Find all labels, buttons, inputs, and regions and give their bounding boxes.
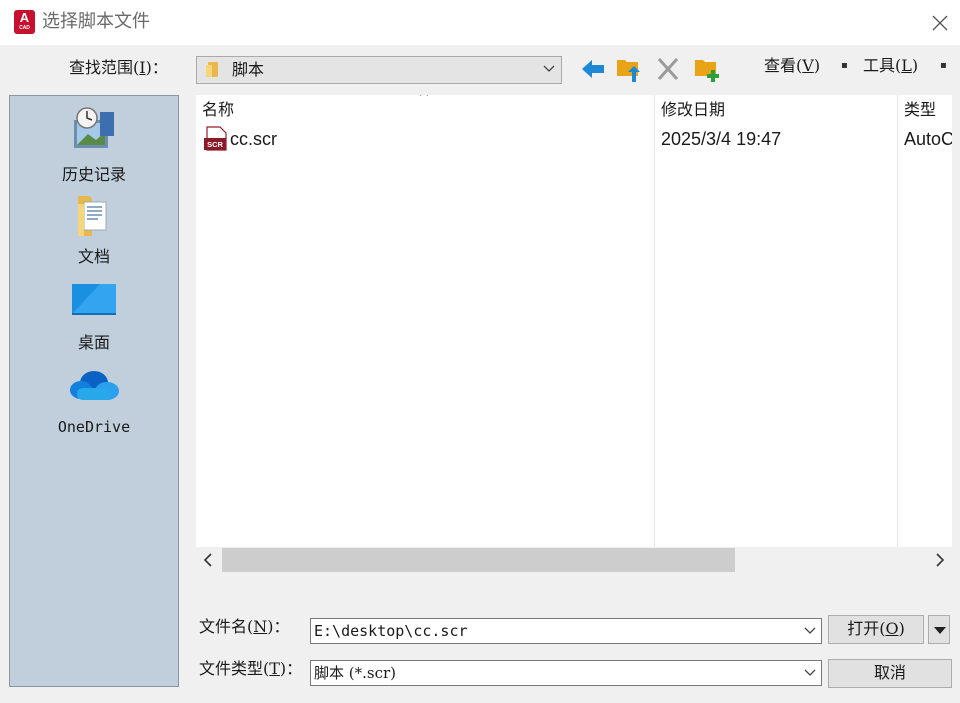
back-button[interactable] [578,54,608,84]
column-divider [654,95,655,547]
file-name-cell[interactable]: cc.scr [230,127,277,151]
close-button[interactable] [924,8,956,38]
filename-value[interactable]: E:\desktop\cc.scr [314,620,468,642]
open-options-button[interactable] [928,615,950,644]
horizontal-scrollbar[interactable] [196,547,952,573]
chevron-down-icon [543,65,555,72]
places-bar: 历史记录 文档 桌面 OneDrive [9,95,179,687]
file-date-cell: 2025/3/4 19:47 [661,129,782,149]
up-folder-icon [617,60,640,82]
open-button[interactable]: 打开(O) [828,615,924,644]
place-label: 文档 [77,247,110,266]
tools-menu-suffix: ) [911,56,919,75]
chevron-down-icon [804,669,816,676]
chevron-down-icon[interactable] [804,627,816,635]
scroll-left-icon[interactable] [200,551,216,569]
filetype-label-key: T [269,659,280,678]
tools-menu-key: L [901,56,912,75]
filetype-value: 脚本 (*.scr) [314,664,397,682]
column-divider [897,95,898,547]
tools-menu[interactable]: 工具(L) [863,55,918,77]
file-list[interactable]: 名称 ^ 修改日期 类型 SCR cc.scr 2025/3/4 19:47 A… [196,95,952,547]
history-icon [74,107,114,148]
place-documents[interactable]: 文档 [10,190,178,270]
new-folder-button[interactable] [692,54,722,84]
close-icon [932,15,948,31]
filename-field[interactable]: E:\desktop\cc.scr [310,618,822,644]
new-folder-icon [695,60,719,82]
delete-x-icon [657,57,679,81]
folder-icon [206,62,218,77]
column-header-date[interactable]: 修改日期 [661,97,725,123]
lookin-label-prefix: 查找范围( [69,58,140,77]
view-dropdown-icon[interactable]: ▪ [841,55,848,77]
lookin-label-suffix: )： [145,58,168,77]
filetype-label-suffix: )： [279,659,303,678]
filename-label-suffix: )： [267,617,290,636]
app-icon-sub: CAD [19,25,30,31]
place-onedrive[interactable]: OneDrive [10,364,178,444]
lookin-label: 查找范围(I)： [69,57,168,79]
delete-button[interactable] [653,54,683,84]
filetype-label: 文件类型(T)： [199,658,302,680]
place-label: 桌面 [77,333,110,352]
view-menu-prefix: 查看( [764,56,803,75]
back-arrow-icon [582,60,604,78]
up-folder-button[interactable] [614,54,644,84]
view-menu-suffix: ) [813,56,821,75]
view-menu[interactable]: 查看(V) [764,55,820,77]
documents-icon [78,196,107,236]
open-button-key: O [885,619,899,638]
window-title: 选择脚本文件 [42,11,150,32]
autocad-app-icon: A CAD [14,10,35,34]
title-bar: A CAD 选择脚本文件 [0,0,960,45]
file-type-cell: AutoCAD [904,129,952,149]
tools-dropdown-icon[interactable]: ▪ [940,55,947,77]
column-header-name[interactable]: 名称 [202,97,234,123]
app-icon-letter: A [19,10,30,25]
column-header-type[interactable]: 类型 [904,97,936,123]
filetype-label-prefix: 文件类型( [199,659,270,678]
place-label: OneDrive [57,418,131,436]
scr-file-icon-text: SCR [207,140,223,149]
scr-file-icon: SCR [204,126,227,151]
place-label: 历史记录 [61,165,126,184]
lookin-value: 脚本 [232,60,265,79]
place-desktop[interactable]: 桌面 [10,278,178,358]
scroll-thumb[interactable] [222,548,735,572]
filetype-select[interactable]: 脚本 (*.scr) [310,660,822,686]
lookin-combo[interactable]: 脚本 [196,56,562,84]
filename-label-prefix: 文件名( [199,617,254,636]
tools-menu-prefix: 工具( [863,56,902,75]
filename-label: 文件名(N)： [199,616,290,638]
filename-label-key: N [253,617,268,636]
sort-ascending-icon: ^ [418,95,430,106]
place-history[interactable]: 历史记录 [10,102,178,184]
desktop-icon [72,284,116,315]
open-button-prefix: 打开( [847,619,886,638]
scroll-right-icon[interactable] [932,551,948,569]
cancel-button[interactable]: 取消 [828,659,952,688]
open-button-suffix: ) [898,619,905,638]
onedrive-icon [70,371,119,400]
view-menu-key: V [802,56,814,75]
triangle-down-icon [934,627,946,634]
